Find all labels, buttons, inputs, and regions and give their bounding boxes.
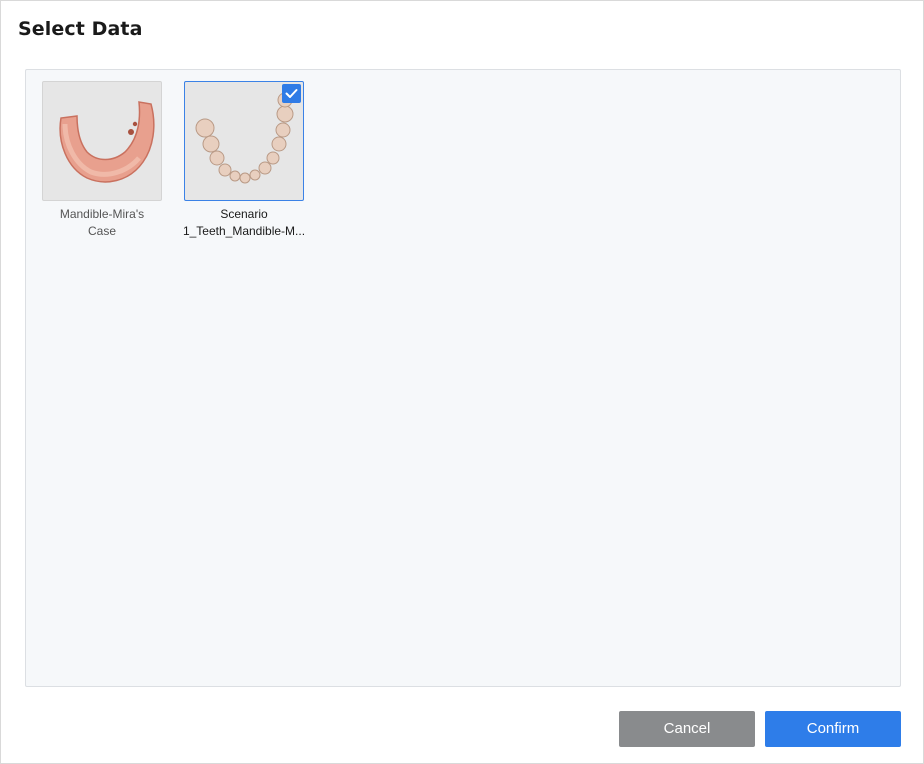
data-item[interactable]: Mandible-Mira's Case — [37, 81, 167, 240]
select-data-dialog: Select Data Mandible-Mira's Case Scenari… — [0, 0, 924, 764]
jaw-scan-thumbnail[interactable] — [42, 81, 162, 201]
data-item[interactable]: Scenario 1_Teeth_Mandible-M... — [179, 81, 309, 240]
cancel-button[interactable]: Cancel — [619, 711, 755, 747]
data-grid: Mandible-Mira's Case Scenario 1_Teeth_Ma… — [25, 69, 901, 687]
item-label: Scenario 1_Teeth_Mandible-M... — [182, 207, 306, 238]
teeth-scan-thumbnail[interactable] — [184, 81, 304, 201]
confirm-button[interactable]: Confirm — [765, 711, 901, 747]
dialog-title: Select Data — [18, 18, 143, 40]
item-label: Mandible-Mira's Case — [59, 207, 145, 238]
selected-check-icon[interactable] — [282, 84, 301, 103]
